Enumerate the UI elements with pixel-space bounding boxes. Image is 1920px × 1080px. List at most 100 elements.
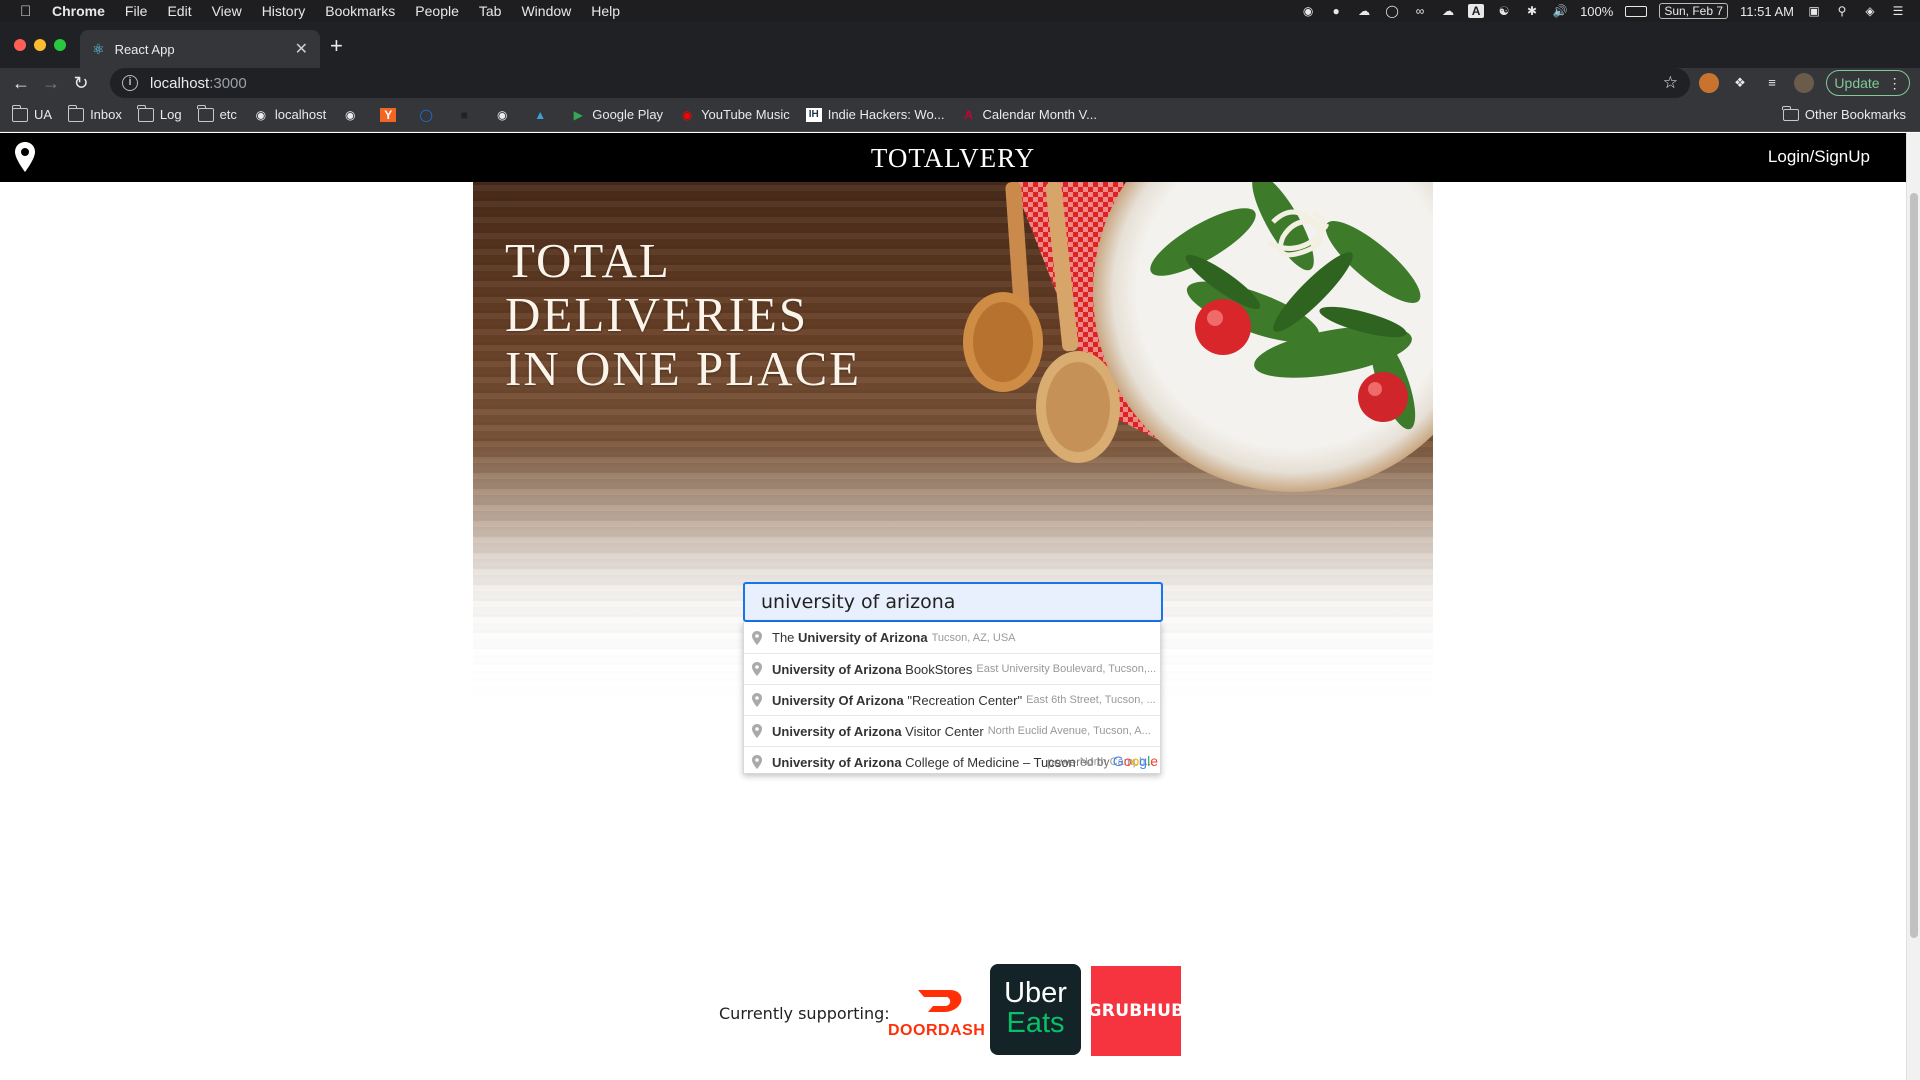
bookmark-hat[interactable]: ■ bbox=[456, 108, 478, 122]
bluetooth-icon[interactable]: ✱ bbox=[1524, 4, 1540, 18]
volume-icon[interactable]: 🔊 bbox=[1552, 4, 1568, 18]
ac-match: University Of Arizona bbox=[772, 692, 904, 708]
autocomplete-main-text: The University of Arizona bbox=[772, 630, 928, 645]
browser-toolbar: ← → ↻ i localhost:3000 ☆ ❖ ≡ Update ⋮ bbox=[0, 68, 1920, 98]
google-logo: Google bbox=[1113, 753, 1158, 769]
bookmark-ycombinator[interactable]: Y bbox=[380, 107, 402, 122]
web-page: TOTALVERY Login/SignUp TOTAL DELIVERIES … bbox=[0, 133, 1920, 1080]
address-search-input[interactable] bbox=[743, 582, 1163, 622]
autocomplete-secondary-text: North Euclid Avenue, Tucson, A... bbox=[987, 725, 1151, 737]
menu-window[interactable]: Window bbox=[511, 3, 581, 19]
bookmark-ua[interactable]: UA bbox=[11, 104, 52, 122]
menu-history[interactable]: History bbox=[252, 3, 316, 19]
spotlight-search-icon[interactable]: ⚲ bbox=[1834, 4, 1850, 18]
more-menu-icon[interactable]: ⋮ bbox=[1888, 75, 1902, 92]
menu-bookmarks[interactable]: Bookmarks bbox=[315, 3, 405, 19]
menu-help[interactable]: Help bbox=[581, 3, 630, 19]
place-pin-icon bbox=[752, 693, 762, 707]
cloud-sync-icon[interactable]: ☁ bbox=[1356, 4, 1372, 18]
status-app-icon[interactable]: ◉ bbox=[1300, 4, 1316, 18]
forward-arrow-icon[interactable]: → bbox=[36, 73, 66, 94]
cookie-extension-icon[interactable] bbox=[1699, 73, 1719, 93]
bookmark-label: localhost bbox=[274, 107, 327, 122]
tab-close-icon[interactable]: ✕ bbox=[295, 39, 308, 59]
wechat-icon[interactable]: ● bbox=[1328, 4, 1344, 18]
update-label: Update bbox=[1834, 75, 1880, 91]
extensions-puzzle-icon[interactable]: ❖ bbox=[1730, 73, 1750, 93]
bookmark-calendar[interactable]: A Calendar Month V... bbox=[961, 107, 1097, 122]
menu-view[interactable]: View bbox=[202, 3, 252, 19]
reload-icon[interactable]: ↻ bbox=[66, 73, 96, 94]
hero-title: TOTAL DELIVERIES IN ONE PLACE bbox=[505, 234, 985, 396]
menu-file[interactable]: File bbox=[115, 3, 158, 19]
bookmark-label: Indie Hackers: Wo... bbox=[827, 107, 945, 122]
page-scrollbar[interactable] bbox=[1906, 133, 1920, 1080]
bookmark-ring[interactable]: ◯ bbox=[418, 108, 440, 122]
window-close-button[interactable] bbox=[14, 39, 26, 51]
bookmark-indie-hackers[interactable]: IH Indie Hackers: Wo... bbox=[805, 107, 945, 122]
site-info-icon[interactable]: i bbox=[122, 75, 138, 91]
ac-rest: "Recreation Center" bbox=[903, 692, 1023, 708]
update-button[interactable]: Update ⋮ bbox=[1826, 70, 1910, 96]
apple-icon[interactable]:  bbox=[20, 3, 42, 20]
address-bar[interactable]: i localhost:3000 ☆ bbox=[110, 68, 1690, 98]
control-center-icon[interactable]: ☰ bbox=[1890, 4, 1906, 18]
ubereats-logo[interactable]: Uber Eats bbox=[990, 964, 1081, 1055]
window-minimize-button[interactable] bbox=[34, 39, 46, 51]
bookmark-localhost[interactable]: ◉ localhost bbox=[253, 107, 327, 122]
doordash-dash-icon bbox=[918, 990, 962, 1012]
globe-icon: ◉ bbox=[344, 107, 356, 122]
site-brand[interactable]: TOTALVERY bbox=[0, 143, 1906, 174]
tab-react-app[interactable]: ⚛ React App ✕ bbox=[80, 30, 320, 68]
autocomplete-main-text: University of Arizona College of Medicin… bbox=[772, 755, 1076, 770]
bookmark-label: etc bbox=[219, 107, 237, 122]
login-signup-link[interactable]: Login/SignUp bbox=[1768, 147, 1870, 167]
display-icon[interactable]: ▣ bbox=[1806, 4, 1822, 18]
bookmark-log[interactable]: Log bbox=[137, 104, 182, 122]
hat-icon: ■ bbox=[460, 107, 468, 122]
grubhub-wordmark: GRUBHUB bbox=[1087, 1001, 1185, 1021]
bookmark-globe[interactable]: ◉ bbox=[342, 108, 364, 122]
menubar-date[interactable]: Sun, Feb 7 bbox=[1659, 3, 1729, 19]
bookmark-label: Inbox bbox=[90, 107, 122, 122]
autocomplete-item[interactable]: University of Arizona BookStores East Un… bbox=[744, 653, 1160, 684]
hero-title-line1: TOTAL DELIVERIES bbox=[505, 233, 809, 342]
bookmark-youtube-music[interactable]: ◉ YouTube Music bbox=[679, 107, 790, 122]
grubhub-logo[interactable]: GRUBHUB bbox=[1088, 966, 1184, 1056]
bookmark-globe-2[interactable]: ◉ bbox=[494, 108, 516, 122]
menubar-time[interactable]: 11:51 AM bbox=[1740, 4, 1794, 19]
menu-people[interactable]: People bbox=[405, 3, 469, 19]
bookmark-fish[interactable]: ▲ bbox=[532, 108, 554, 122]
bookmark-inbox[interactable]: Inbox bbox=[67, 104, 122, 122]
back-arrow-icon[interactable]: ← bbox=[6, 73, 36, 94]
new-tab-button[interactable]: + bbox=[330, 35, 343, 57]
other-bookmarks[interactable]: Other Bookmarks bbox=[1782, 105, 1906, 122]
macos-menubar:  Chrome File Edit View History Bookmark… bbox=[0, 0, 1920, 22]
doordash-logo[interactable]: DOORDASH bbox=[888, 984, 985, 1044]
battery-icon[interactable] bbox=[1625, 5, 1648, 17]
reading-list-icon[interactable]: ≡ bbox=[1762, 73, 1782, 93]
menu-app-chrome[interactable]: Chrome bbox=[42, 3, 115, 19]
cloud-icon[interactable]: ☁ bbox=[1440, 4, 1456, 18]
menu-edit[interactable]: Edit bbox=[157, 3, 201, 19]
autocomplete-item[interactable]: The University of Arizona Tucson, AZ, US… bbox=[744, 622, 1160, 653]
glasses-icon[interactable]: ◯ bbox=[1384, 4, 1400, 18]
bookmark-etc[interactable]: etc bbox=[197, 104, 237, 122]
powered-by-label: powered by bbox=[1047, 755, 1110, 769]
site-navbar: TOTALVERY Login/SignUp bbox=[0, 133, 1906, 182]
wifi-icon[interactable]: ☯ bbox=[1496, 4, 1512, 18]
siri-icon[interactable]: ◈ bbox=[1862, 4, 1878, 18]
browser-tab-strip: ⚛ React App ✕ + bbox=[0, 22, 1920, 68]
bookmark-star-icon[interactable]: ☆ bbox=[1663, 73, 1678, 93]
window-zoom-button[interactable] bbox=[54, 39, 66, 51]
ac-match: University of Arizona bbox=[798, 630, 928, 645]
input-source-icon[interactable]: A bbox=[1468, 4, 1485, 18]
google-play-icon: ▶ bbox=[573, 107, 583, 122]
profile-avatar[interactable] bbox=[1794, 73, 1814, 93]
autocomplete-item[interactable]: University of Arizona Visitor Center Nor… bbox=[744, 715, 1160, 746]
autocomplete-item[interactable]: University Of Arizona "Recreation Center… bbox=[744, 684, 1160, 715]
menu-tab[interactable]: Tab bbox=[469, 3, 512, 19]
bookmark-google-play[interactable]: ▶ Google Play bbox=[570, 107, 663, 122]
scrollbar-thumb[interactable] bbox=[1910, 193, 1918, 938]
goggles-icon[interactable]: ∞ bbox=[1412, 4, 1428, 18]
